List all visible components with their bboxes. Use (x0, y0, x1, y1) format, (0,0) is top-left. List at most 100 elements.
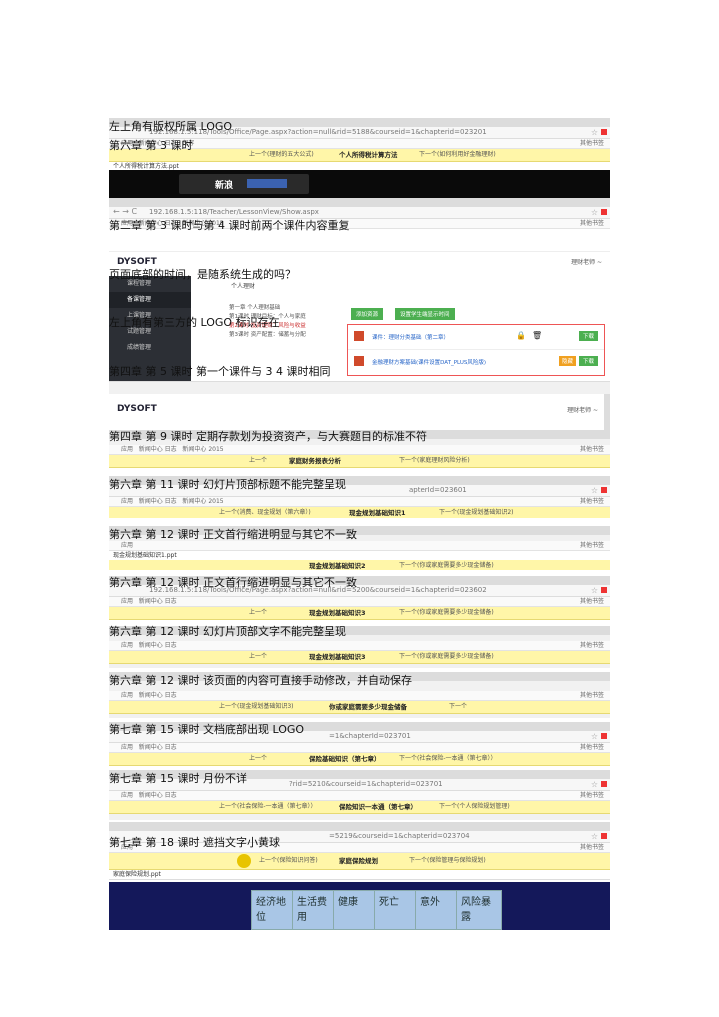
star-icon[interactable]: ☆ (591, 732, 598, 741)
prev-link[interactable]: 上一个(社会保险-一本通（第七章）） (219, 801, 317, 813)
menu-icon[interactable] (601, 587, 607, 593)
resource-panel: 课件：理财分类基础（第二章） 🔒 🗑 下载 金融理财方案基础(课件设置DAT_P… (347, 324, 605, 376)
note-14: 第七章 第 15 课时 月份不详 (109, 772, 247, 785)
prev-link[interactable]: 上一个(消费、现金规划（第六章）) (219, 507, 311, 518)
lesson-nav-bar: 上一个(社会保险-一本通（第七章）） 保险知识一本通（第七章） 下一个(个人保险… (109, 801, 610, 814)
note-11: 第六章 第 12 课时 幻灯片顶部文字不能完整呈现 (109, 625, 346, 638)
breadcrumb: 个人理财 (231, 283, 256, 290)
next-link[interactable]: 下一个(你或家庭需要多少现金储备) (399, 607, 494, 619)
note-6: 第四章 第 5 课时 第一个课件与 3 4 课时相同 (109, 365, 331, 378)
menu-icon[interactable] (601, 209, 607, 215)
download-button[interactable]: 下载 (578, 331, 598, 341)
star-icon[interactable]: ☆ (591, 832, 598, 841)
add-resource-button[interactable]: 添加资源 (351, 308, 384, 320)
table-cell: 经济地位 (251, 890, 293, 930)
prev-link[interactable]: 上一个(理财的五大公式) (249, 149, 314, 161)
table-cell: 风险暴露 (456, 890, 502, 930)
current-title: 家庭保险规划 (339, 857, 378, 865)
sidebar-item-grades[interactable]: 成绩管理 (109, 340, 191, 356)
next-link[interactable]: 下一个(你或家庭需要多少现金储备) (399, 651, 494, 663)
sina-logo: 新浪 (179, 174, 309, 194)
ppt-icon (354, 331, 364, 341)
bookmarks-bar: 应用 新闻中心 日志 其他书签 (109, 691, 610, 701)
note-10: 第六章 第 12 课时 正文首行缩进明显与其它不一致 (109, 576, 357, 589)
dysoft-logo: DYSOFT (117, 404, 157, 414)
next-link[interactable]: 下一个 (449, 701, 467, 713)
next-link[interactable]: 下一个(现金规划基础知识2) (439, 507, 514, 518)
note-15: 第七章 第 18 课时 遮挡文字小黄球 (109, 836, 280, 849)
table-cell: 死亡 (374, 890, 416, 930)
screenshot-3: DYSOFT 理财老师 ~ (109, 394, 610, 430)
note-4: 页面底部的时间，是随系统生成的吗？ (109, 268, 296, 281)
dysoft-logo: DYSOFT (117, 257, 157, 267)
bookmarks-bar: 应用 新闻中心 日志 其他书签 (109, 743, 610, 753)
prev-link[interactable]: 上一个 (249, 607, 267, 619)
menu-icon[interactable] (601, 833, 607, 839)
user-menu[interactable]: 理财老师 ~ (567, 405, 598, 414)
current-title: 个人所得税计算方法 (339, 151, 398, 159)
prev-link[interactable]: 上一个 (249, 455, 267, 467)
lesson-nav-bar: 上一个(保险知识问答) 家庭保险规划 下一个(保险管理与保险规划) (109, 853, 610, 870)
sidebar-item-prep[interactable]: 备课管理 (109, 292, 191, 308)
bookmarks-bar: 应用 新闻中心 日志 其他书签 (109, 791, 610, 801)
menu-icon[interactable] (601, 781, 607, 787)
menu-icon[interactable] (601, 129, 607, 135)
prev-link[interactable]: 上一个 (249, 753, 267, 765)
note-7: 第四章 第 9 课时 定期存款划为投资资产，与大赛题目的标准不符 (109, 430, 427, 443)
note-12: 第六章 第 12 课时 该页面的内容可直接手动修改，并自动保存 (109, 674, 412, 687)
lesson-nav-bar: 上一个 现金规划基础知识3 下一个(你或家庭需要多少现金储备) (109, 607, 610, 620)
download-button[interactable]: 下载 (578, 356, 598, 366)
lesson-nav-bar: 上一个 现金规划基础知识3 下一个(你或家庭需要多少现金储备) (109, 651, 610, 664)
yellow-ball-icon (237, 854, 251, 868)
star-icon[interactable]: ☆ (591, 486, 598, 495)
star-icon[interactable]: ☆ (591, 208, 598, 217)
next-link[interactable]: 下一个(如何利用好金融理财) (419, 149, 496, 161)
note-5: 左上角有第三方的 LOGO 标识存在 (109, 316, 280, 329)
lesson-nav-bar: 上一个 家庭财务报表分析 下一个(家庭理财风险分析) (109, 455, 610, 468)
bookmarks-bar: 应用 其他书签 (109, 541, 610, 551)
next-link[interactable]: 下一个(保险管理与保险规划) (409, 853, 486, 869)
lesson-nav-bar: 上一个 保险基础知识（第七章） 下一个(社会保险-一本通（第七章）） (109, 753, 610, 766)
star-icon[interactable]: ☆ (591, 128, 598, 137)
table-cell: 意外 (415, 890, 457, 930)
bookmarks-bar: 应用 新闻中心 日志 新闻中心 2015 其他书签 (109, 445, 610, 455)
ppt-icon (354, 356, 364, 366)
table-cell: 生活费用 (292, 890, 334, 930)
menu-icon[interactable] (601, 733, 607, 739)
lock-icon[interactable]: 🔒 (516, 331, 526, 340)
scrollbar[interactable] (604, 394, 610, 430)
prev-link[interactable]: 上一个(现金规划基础知识3) (219, 701, 294, 713)
delete-icon[interactable]: 🗑 (532, 331, 542, 340)
current-title: 现金规划基础知识1 (349, 509, 406, 517)
lesson-nav-bar: 上一个(消费、现金规划（第六章）) 现金规划基础知识1 下一个(现金规划基础知识… (109, 507, 610, 518)
address-bar[interactable]: ← → C 192.168.1.5:118/Teacher/LessonView… (109, 207, 610, 219)
next-link[interactable]: 下一个(你或家庭需要多少现金储备) (399, 560, 494, 570)
slide-area: 经济地位 生活费用 健康 死亡 意外 风险暴露 (109, 882, 610, 930)
current-title: 保险知识一本通（第七章） (339, 803, 417, 811)
table-cell: 健康 (333, 890, 375, 930)
current-title: 家庭财务报表分析 (289, 457, 341, 465)
prev-link[interactable]: 上一个(保险知识问答) (259, 853, 318, 869)
next-link[interactable]: 下一个(个人保险规划管理) (439, 801, 510, 813)
hide-button[interactable]: 隐藏 (558, 356, 576, 366)
current-title: 现金规划基础知识3 (309, 609, 366, 617)
prev-link[interactable]: 上一个 (249, 651, 267, 663)
star-icon[interactable]: ☆ (591, 586, 598, 595)
current-title: 保险基础知识（第七章） (309, 755, 381, 763)
user-menu[interactable]: 理财老师 ~ (571, 257, 602, 266)
slide-black: 新浪 (109, 170, 610, 198)
bookmarks-bar: 应用 新闻中心 日志 其他书签 (109, 641, 610, 651)
next-link[interactable]: 下一个(家庭理财风险分析) (399, 455, 470, 467)
lesson-nav-bar: 现金规划基础知识2 下一个(你或家庭需要多少现金储备) (109, 560, 610, 570)
note-3: 第二章 第 3 课时与第 4 课时前两个课件内容重复 (109, 219, 350, 232)
next-link[interactable]: 下一个(社会保险-一本通（第七章）） (399, 753, 497, 765)
lesson-nav-bar: 上一个(现金规划基础知识3) 你或家庭需要多少现金储备 下一个 (109, 701, 610, 714)
star-icon[interactable]: ☆ (591, 780, 598, 789)
menu-icon[interactable] (601, 487, 607, 493)
note-8: 第六章 第 11 课时 幻灯片顶部标题不能完整呈现 (109, 478, 346, 491)
bookmarks-bar: 应用 新闻中心 日志 新闻中心 2015 其他书签 (109, 497, 610, 507)
logo-mark-icon (247, 179, 287, 188)
set-time-button[interactable]: 设置学生端显示时间 (395, 308, 455, 320)
back-icon[interactable]: ← → C (113, 207, 137, 216)
bookmarks-bar: 应用 新闻中心 日志 其他书签 (109, 597, 610, 607)
